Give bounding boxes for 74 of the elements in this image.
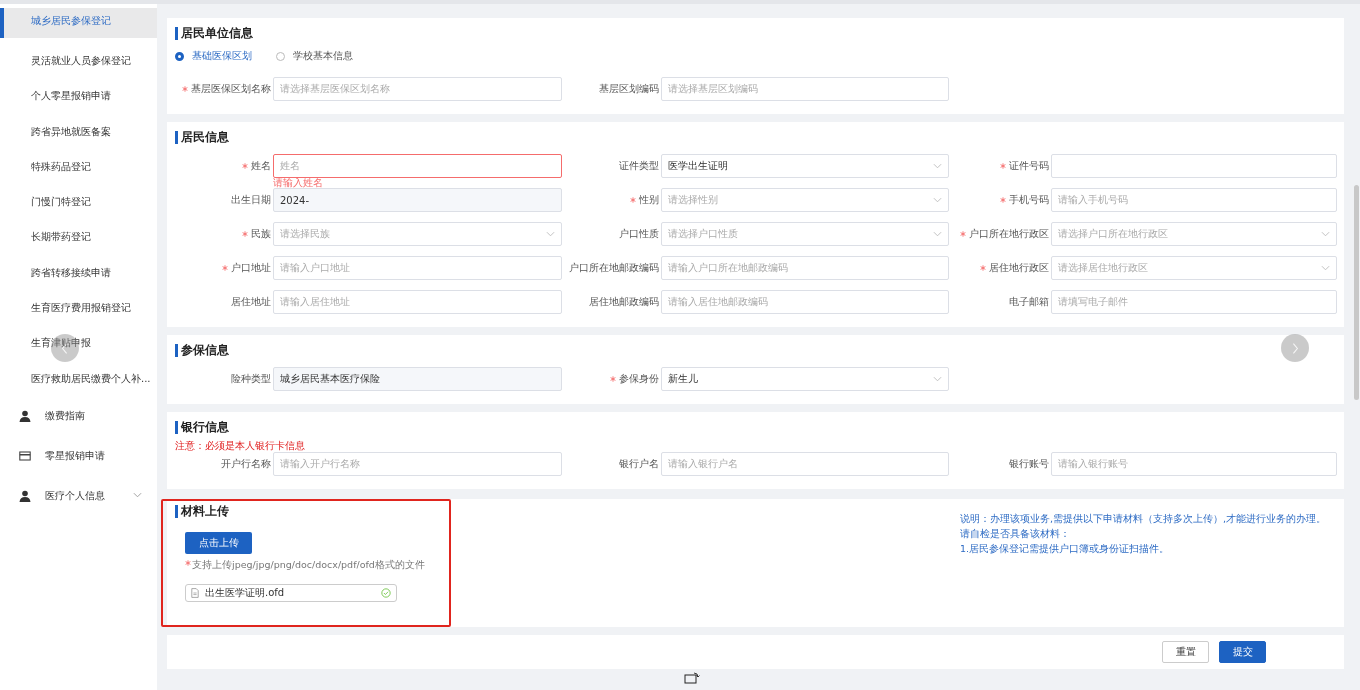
error-message: 请输入姓名 [273,177,323,188]
chevron-right-icon [1291,341,1299,355]
upload-button[interactable]: 点击上传 [185,532,252,554]
input-field[interactable] [1051,154,1337,178]
sidebar-item[interactable]: 长期带药登记 [0,219,157,255]
select-field[interactable]: 新生儿 [661,367,949,391]
scrollbar-thumb[interactable] [1354,185,1359,400]
chevron-down-icon [933,163,942,169]
field-label: 银行账号 [1009,457,1049,471]
radio-option[interactable]: 学校基本信息 [276,50,353,63]
sidebar-item[interactable]: 医疗救助居民缴费个人补... [0,360,157,396]
field-label: 电子邮箱 [1009,295,1049,309]
person-icon [19,409,31,422]
field-label: 手机号码 [1009,193,1049,207]
field-label: 户口所在地邮政编码 [569,261,659,275]
menu-item[interactable]: 医疗个人信息 [0,475,157,516]
upload-hint: 支持上传jpeg/jpg/png/doc/docx/pdf/ofd格式的文件 [185,559,449,572]
field-label: 性别 [639,193,659,207]
section-title: 材料上传 [175,505,449,518]
required-icon [185,560,191,566]
sidebar-item[interactable]: 生育津贴申报 [0,325,157,361]
sidebar-item[interactable]: 城乡居民参保登记 [0,8,157,38]
section-title: 参保信息 [175,344,1344,357]
field-label: 证件号码 [1009,159,1049,173]
note-text: 1.居民参保登记需提供户口簿或身份证扫描件。 [959,542,1171,556]
field-label: 开户行名称 [221,457,271,471]
field-label: 户口性质 [619,227,659,241]
field-label: 险种类型 [231,372,271,386]
next-button[interactable] [1281,334,1309,362]
select-field[interactable]: 医学出生证明 [661,154,949,178]
reset-button[interactable]: 重置 [1162,641,1209,663]
field-label: 证件类型 [619,159,659,173]
note-text: 说明：办理该项业务,需提供以下申请材料（支持多次上传）,才能进行业务的办理。 [959,512,1326,526]
sidebar-item[interactable]: 门慢门特登记 [0,184,157,220]
chevron-down-icon [933,231,942,237]
field-label: 基层区划编码 [599,82,659,96]
sidebar-item[interactable]: 灵活就业人员参保登记 [0,43,157,79]
card-icon [19,449,31,462]
input-field[interactable]: 城乡居民基本医疗保险 [273,367,562,391]
document-icon [191,588,199,598]
submit-button[interactable]: 提交 [1219,641,1266,663]
section-title: 居民单位信息 [175,27,1344,40]
sidebar-item[interactable]: 特殊药品登记 [0,148,157,185]
rotate-icon[interactable] [684,672,700,684]
chevron-down-icon [933,376,942,382]
field-label: 居住地邮政编码 [589,295,659,309]
menu-item[interactable]: 缴费指南 [0,395,157,436]
field-label: 户口地址 [231,261,271,275]
chevron-down-icon [933,197,942,203]
field-label: 出生日期 [231,193,271,207]
file-item[interactable]: 出生医学证明.ofd [185,584,397,602]
field-label: 户口所在地行政区 [969,227,1049,241]
person-icon [19,489,31,502]
menu-item[interactable]: 零星报销申请 [0,435,157,476]
input-field[interactable]: 2024- [273,188,562,212]
sidebar-item[interactable]: 跨省异地就医备案 [0,113,157,149]
chevron-down-icon [1321,265,1330,271]
field-label: 居住地址 [231,295,271,309]
note-text: 请自检是否具备该材料： [959,527,1071,541]
sidebar-item[interactable]: 个人零星报销申请 [0,78,157,114]
field-label: 参保身份 [619,372,659,386]
sidebar-item[interactable]: 跨省转移接续申请 [0,254,157,291]
sidebar-item[interactable]: 生育医疗费用报销登记 [0,290,157,326]
chevron-down-icon [546,231,555,237]
field-label: 姓名 [251,159,271,173]
notice-text: 注意：必须是本人银行卡信息 [175,440,306,452]
chevron-down-icon [1321,231,1330,237]
field-label: 民族 [251,227,271,241]
section-title: 居民信息 [175,131,1344,144]
section-title: 银行信息 [175,421,1344,434]
field-label: 银行户名 [619,457,659,471]
field-label: 居住地行政区 [989,261,1049,275]
radio-option[interactable]: 基础医保区划 [175,50,252,63]
field-label: 基层医保区划名称 [191,82,271,96]
